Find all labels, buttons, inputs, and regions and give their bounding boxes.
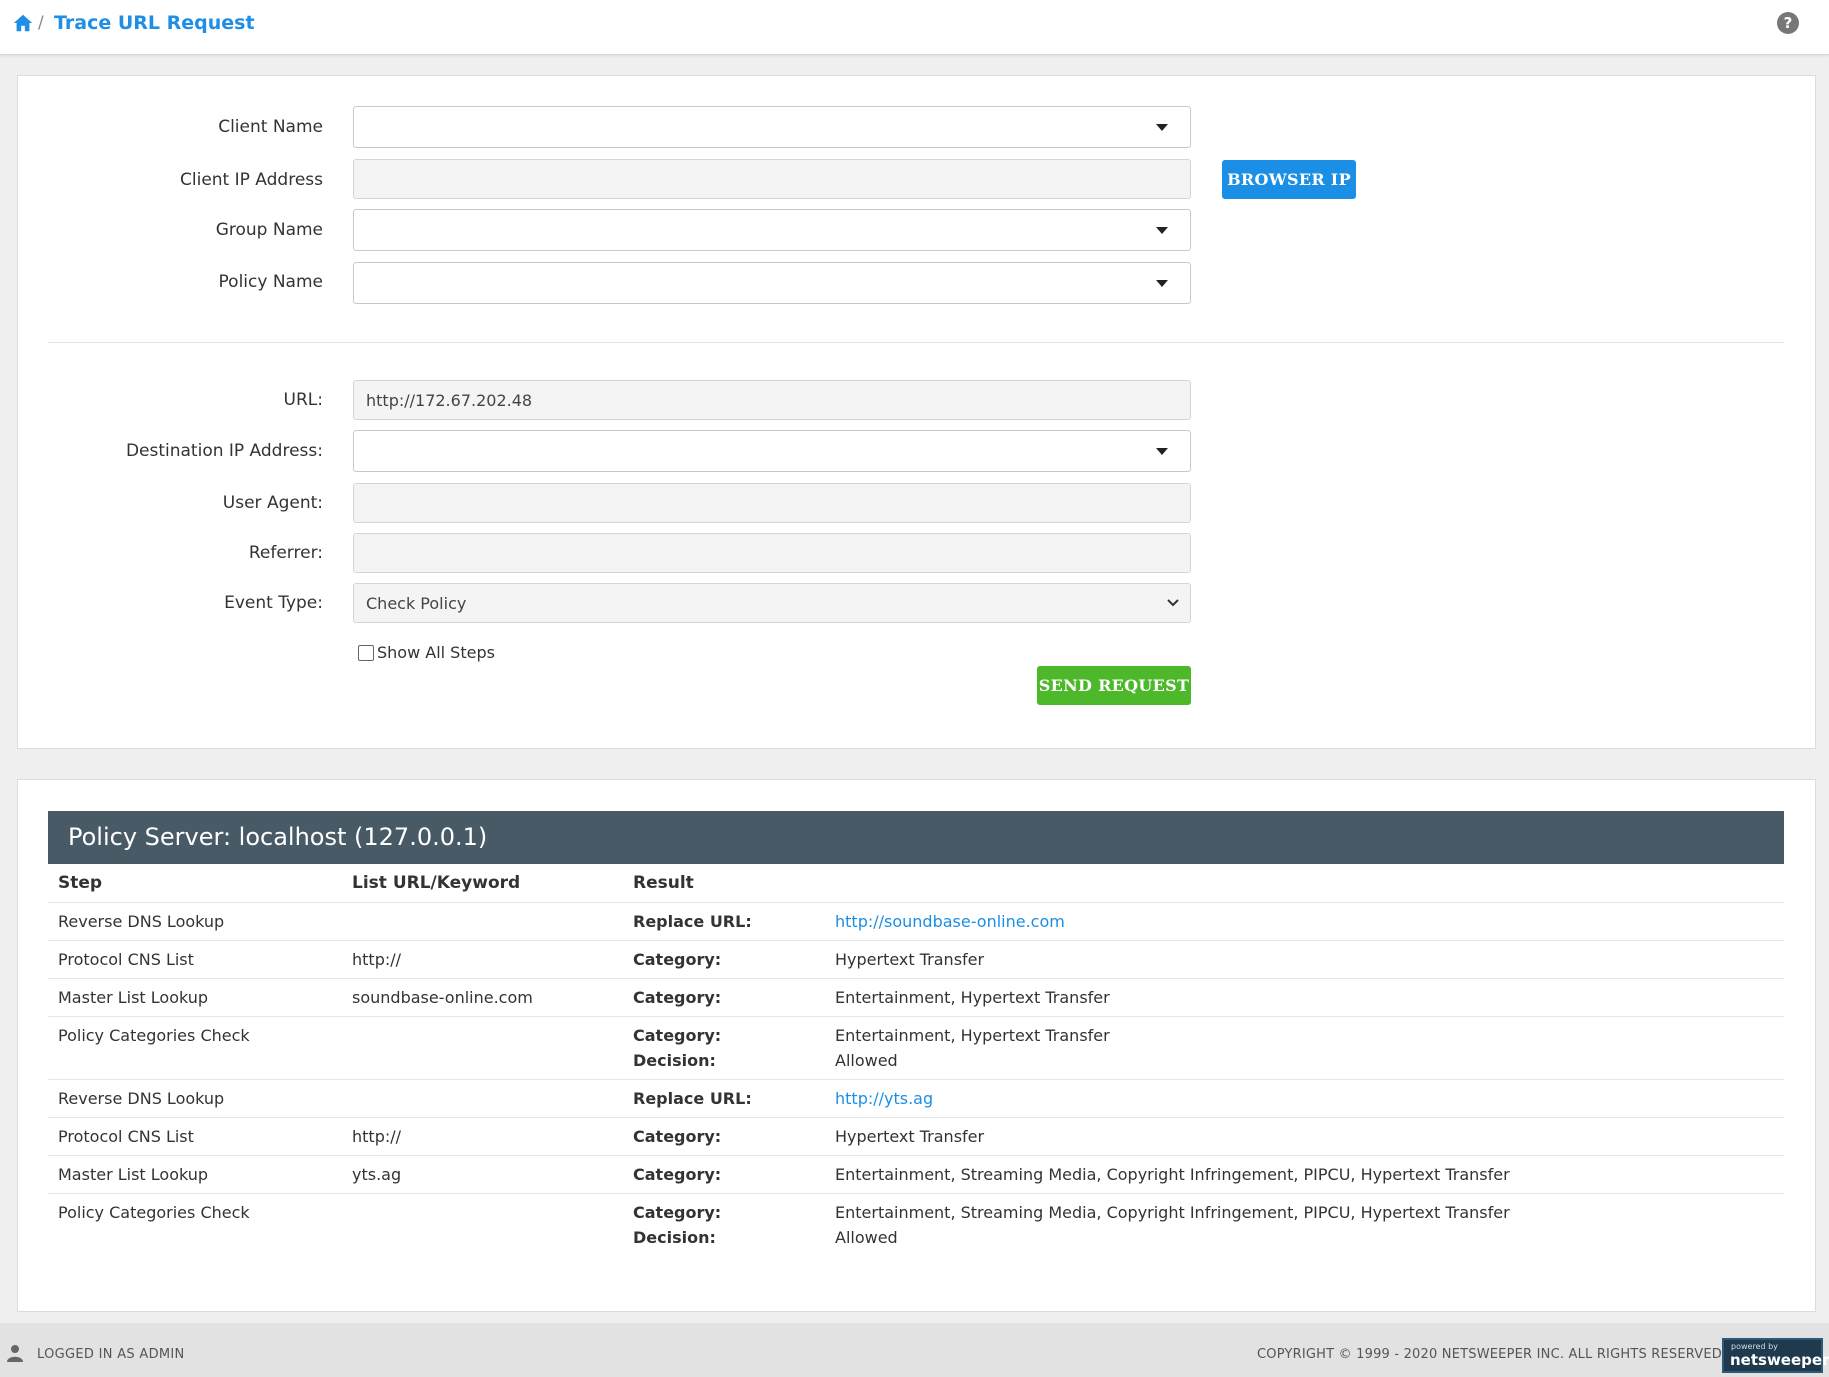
event-type-select[interactable]: Check Policy [353, 583, 1191, 623]
referrer-input[interactable] [353, 533, 1191, 573]
table-row-keyword: http:// [352, 950, 402, 969]
home-icon[interactable] [12, 12, 34, 34]
table-row-step: Policy Categories Check [58, 1026, 250, 1045]
table-row-keyword: yts.ag [352, 1165, 402, 1184]
netsweeper-logo-text: netsweeper [1730, 1351, 1829, 1369]
client-ip-input[interactable] [353, 159, 1191, 199]
row-divider [48, 1155, 1784, 1156]
result-value: Hypertext Transfer [835, 950, 985, 969]
table-row-keyword: soundbase-online.com [352, 988, 533, 1007]
row-divider [48, 1117, 1784, 1118]
caret-down-icon [1156, 448, 1168, 455]
result-value: Entertainment, Hypertext Transfer [835, 988, 1110, 1007]
replace-url-link[interactable]: http://yts.ag [835, 1089, 933, 1108]
policy-server-title: Policy Server: localhost (127.0.0.1) [68, 823, 488, 851]
chevron-down-icon [1167, 599, 1179, 607]
table-row-step: Protocol CNS List [58, 1127, 194, 1146]
result-value: Allowed [835, 1051, 898, 1070]
result-key: Category: [633, 950, 722, 969]
row-divider [48, 1079, 1784, 1080]
copyright-text: COPYRIGHT © 1999 - 2020 NETSWEEPER INC. … [1257, 1347, 1727, 1362]
result-key: Decision: [633, 1228, 716, 1247]
client-name-select[interactable] [353, 106, 1191, 148]
result-value: Entertainment, Streaming Media, Copyrigh… [835, 1203, 1510, 1222]
policy-name-label: Policy Name [218, 272, 323, 292]
table-row-step: Protocol CNS List [58, 950, 194, 969]
replace-url-link[interactable]: http://soundbase-online.com [835, 912, 1065, 931]
browser-ip-button[interactable]: BROWSER IP [1222, 160, 1356, 199]
result-key: Category: [633, 988, 722, 1007]
url-value: http://172.67.202.48 [366, 391, 533, 410]
caret-down-icon [1156, 227, 1168, 234]
client-name-label: Client Name [218, 117, 323, 137]
col-step-header: Step [58, 873, 103, 893]
table-row-keyword: http:// [352, 1127, 402, 1146]
col-keyword-header: List URL/Keyword [352, 873, 521, 893]
help-icon[interactable]: ? [1777, 12, 1799, 34]
table-row-step: Reverse DNS Lookup [58, 912, 225, 931]
row-divider [48, 978, 1784, 979]
table-row-step: Policy Categories Check [58, 1203, 250, 1222]
table-row-step: Master List Lookup [58, 1165, 209, 1184]
top-bar [0, 0, 1829, 55]
row-divider [48, 940, 1784, 941]
user-agent-input[interactable] [353, 483, 1191, 523]
result-value: Entertainment, Streaming Media, Copyrigh… [835, 1165, 1510, 1184]
policy-name-select[interactable] [353, 262, 1191, 304]
result-key: Category: [633, 1165, 722, 1184]
powered-by-text: powered by [1731, 1342, 1778, 1351]
result-key: Category: [633, 1026, 722, 1045]
page-title[interactable]: Trace URL Request [54, 12, 255, 34]
logged-in-text: LOGGED IN AS ADMIN [37, 1347, 185, 1362]
show-all-steps-checkbox[interactable] [358, 645, 374, 661]
url-label: URL: [283, 390, 323, 410]
result-key: Category: [633, 1127, 722, 1146]
table-row-step: Master List Lookup [58, 988, 209, 1007]
table-row-step: Reverse DNS Lookup [58, 1089, 225, 1108]
url-input[interactable]: http://172.67.202.48 [353, 380, 1191, 420]
form-divider [48, 342, 1784, 343]
event-type-label: Event Type: [224, 593, 323, 613]
group-name-label: Group Name [215, 220, 323, 240]
policy-server-header: Policy Server: localhost (127.0.0.1) [48, 811, 1784, 864]
result-value: Entertainment, Hypertext Transfer [835, 1026, 1110, 1045]
destination-ip-select[interactable] [353, 430, 1191, 472]
group-name-select[interactable] [353, 209, 1191, 251]
col-result-header: Result [633, 873, 694, 893]
caret-down-icon [1156, 124, 1168, 131]
event-type-value: Check Policy [366, 594, 467, 613]
result-key: Replace URL: [633, 912, 752, 931]
row-divider [48, 1016, 1784, 1017]
row-divider [48, 902, 1784, 903]
client-ip-label: Client IP Address [180, 170, 323, 190]
result-value: Hypertext Transfer [835, 1127, 985, 1146]
send-request-button[interactable]: SEND REQUEST [1037, 666, 1191, 705]
destination-ip-label: Destination IP Address: [125, 441, 323, 461]
breadcrumb-separator: / [38, 13, 44, 33]
result-value: Allowed [835, 1228, 898, 1247]
user-icon [7, 1345, 23, 1362]
show-all-steps-label[interactable]: Show All Steps [377, 643, 495, 662]
caret-down-icon [1156, 280, 1168, 287]
referrer-label: Referrer: [248, 543, 323, 563]
netsweeper-logo: powered by netsweeper [1722, 1338, 1829, 1373]
row-divider [48, 1193, 1784, 1194]
result-key: Category: [633, 1203, 722, 1222]
user-agent-label: User Agent: [222, 493, 323, 513]
result-key: Decision: [633, 1051, 716, 1070]
result-key: Replace URL: [633, 1089, 752, 1108]
